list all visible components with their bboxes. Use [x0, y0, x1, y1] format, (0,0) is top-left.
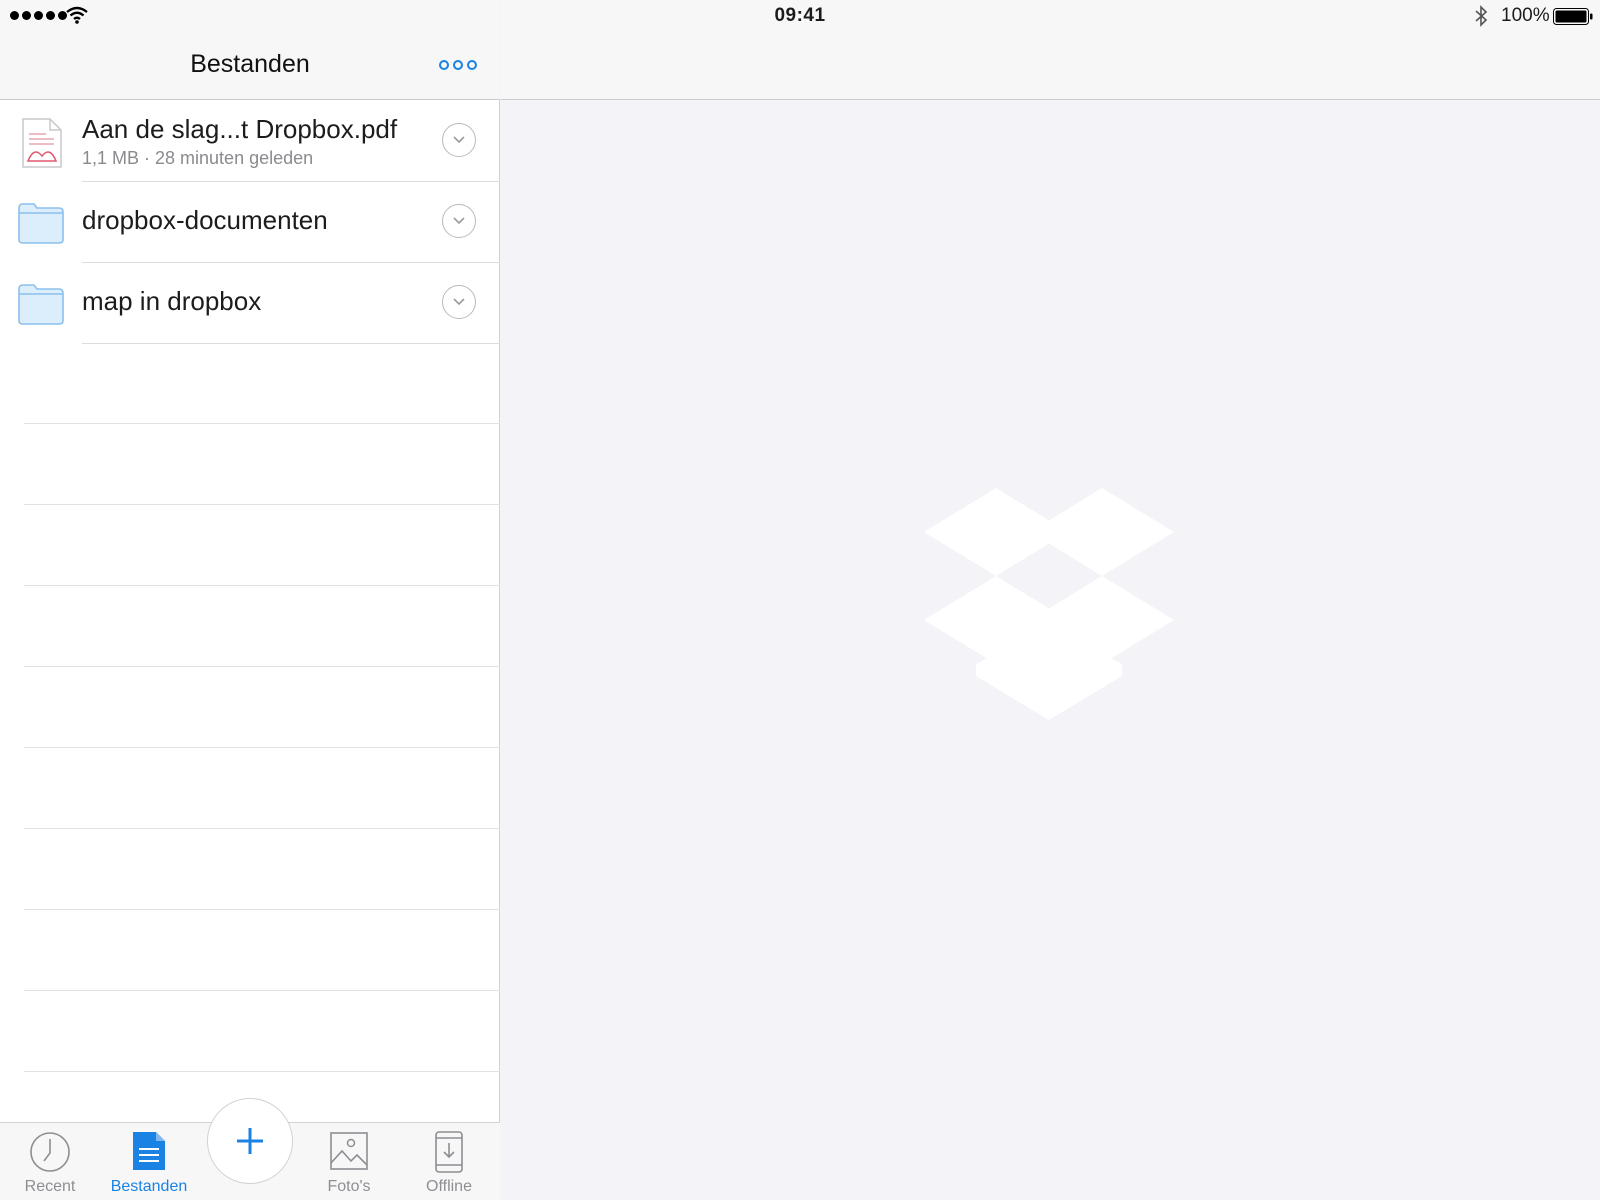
folder-icon	[18, 284, 64, 325]
divider	[24, 748, 500, 829]
empty-list-area	[0, 343, 500, 1072]
tab-label: Bestanden	[110, 1178, 188, 1195]
tab-label: Recent	[24, 1178, 76, 1195]
divider	[24, 424, 500, 505]
folder-row-dropbox-documenten[interactable]: dropbox-documenten	[0, 182, 500, 263]
folder-icon	[18, 203, 64, 244]
row-options-button[interactable]	[442, 123, 476, 157]
divider	[24, 667, 500, 748]
add-button[interactable]	[207, 1098, 293, 1184]
row-options-button[interactable]	[442, 204, 476, 238]
divider	[24, 343, 500, 424]
photo-icon	[330, 1132, 368, 1170]
file-meta: 1,1 MB · 28 minuten geleden	[82, 148, 314, 168]
file-list: Aan de slag...t Dropbox.pdf 1,1 MB · 28 …	[0, 101, 500, 344]
plus-icon	[237, 1128, 263, 1154]
folder-row-map-in-dropbox[interactable]: map in dropbox	[0, 263, 500, 344]
divider	[24, 505, 500, 586]
tab-offline[interactable]: Offline	[399, 1123, 499, 1200]
bluetooth-icon	[1475, 5, 1488, 27]
divider	[24, 829, 500, 910]
row-options-button[interactable]	[442, 285, 476, 319]
file-browser-panel: Bestanden Aan de slag...t Dropbox.pdf 1,…	[0, 0, 500, 1200]
pdf-file-icon	[22, 118, 62, 168]
tab-fotos[interactable]: Foto's	[299, 1123, 399, 1200]
folder-name: map in dropbox	[82, 286, 262, 316]
tab-bestanden[interactable]: Bestanden	[99, 1123, 199, 1200]
tab-recent[interactable]: Recent	[0, 1123, 100, 1200]
more-icon	[439, 60, 449, 70]
clock-icon	[30, 1132, 70, 1172]
divider	[24, 586, 500, 667]
file-row-pdf[interactable]: Aan de slag...t Dropbox.pdf 1,1 MB · 28 …	[0, 101, 500, 182]
page-title: Bestanden	[190, 50, 310, 78]
folder-name: dropbox-documenten	[82, 205, 328, 235]
chevron-down-icon	[453, 298, 465, 306]
status-bar: 09:41 100%	[0, 0, 1600, 34]
file-name: Aan de slag...t Dropbox.pdf	[82, 114, 398, 144]
tab-label: Foto's	[327, 1178, 371, 1195]
chevron-down-icon	[453, 136, 465, 144]
document-icon	[133, 1132, 165, 1170]
dropbox-logo	[924, 488, 1174, 720]
preview-panel	[501, 0, 1600, 1200]
tab-label: Offline	[426, 1178, 472, 1195]
battery-icon	[1553, 8, 1593, 25]
more-options-button[interactable]	[436, 55, 480, 75]
battery-percentage: 100%	[1501, 5, 1550, 26]
divider	[24, 910, 500, 991]
offline-device-icon	[435, 1131, 463, 1173]
divider	[24, 991, 500, 1072]
chevron-down-icon	[453, 217, 465, 225]
status-time: 09:41	[774, 5, 826, 26]
